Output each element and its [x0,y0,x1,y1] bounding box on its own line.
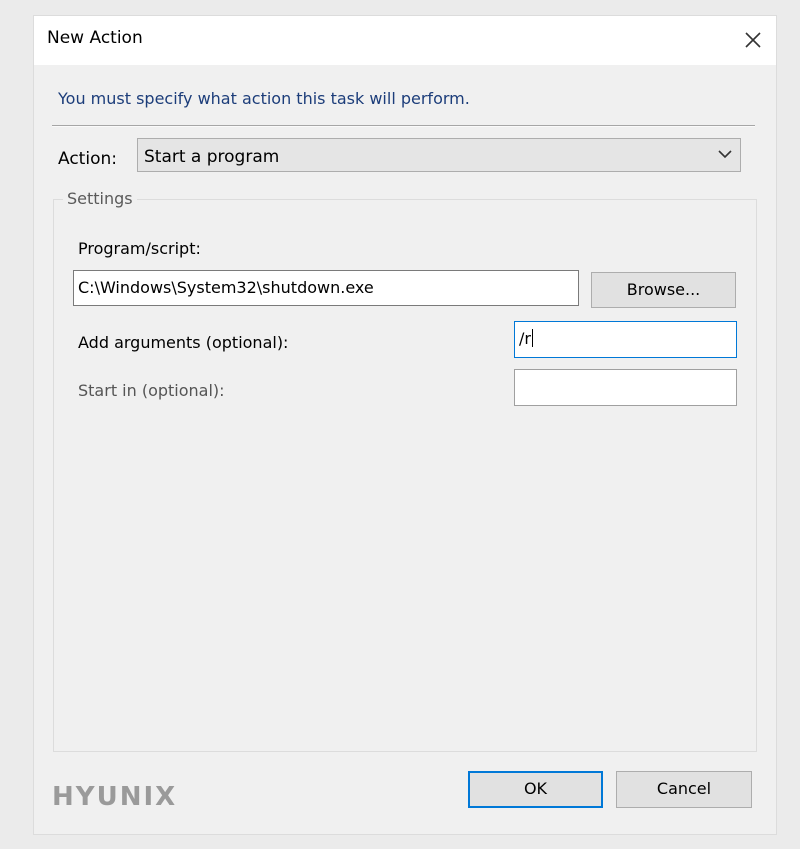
close-icon [745,32,761,48]
window-title: New Action [47,28,143,48]
start-in-input[interactable] [514,369,737,406]
action-dropdown[interactable]: Start a program [137,138,741,172]
add-arguments-label: Add arguments (optional): [78,333,289,352]
text-caret [531,329,533,347]
action-label: Action: [58,149,117,169]
browse-button[interactable]: Browse... [591,272,736,308]
header-separator [52,125,755,127]
program-script-label: Program/script: [78,239,201,258]
ok-button[interactable]: OK [468,771,603,808]
instruction-text: You must specify what action this task w… [58,89,470,108]
add-arguments-input[interactable]: /r [514,321,737,358]
action-selected-value: Start a program [144,147,280,167]
cancel-button[interactable]: Cancel [616,771,752,808]
settings-legend: Settings [63,189,137,208]
watermark-logo: HYUNIX [52,782,178,812]
new-action-dialog: New Action You must specify what action … [34,16,776,834]
start-in-label: Start in (optional): [78,381,225,400]
close-button[interactable] [736,23,770,57]
chevron-down-icon [718,150,732,159]
title-bar: New Action [34,16,776,65]
program-script-input[interactable]: C:\Windows\System32\shutdown.exe [73,270,579,306]
add-arguments-value: /r [519,329,531,348]
program-script-value: C:\Windows\System32\shutdown.exe [78,278,374,297]
